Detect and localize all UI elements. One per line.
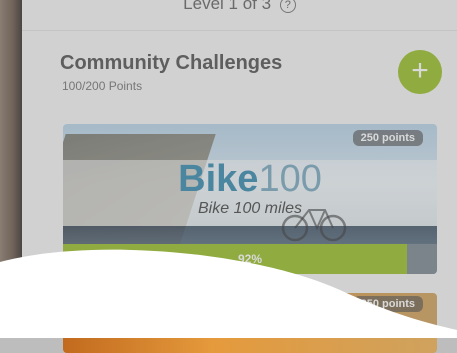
points-badge: 250 points bbox=[352, 296, 423, 312]
level-indicator: Level 1 of 3 ? bbox=[22, 0, 457, 18]
add-challenge-button[interactable]: + bbox=[398, 50, 442, 94]
challenge-progress-label: 92% bbox=[237, 252, 263, 266]
points-badge: 250 points bbox=[352, 130, 423, 146]
challenge-subtitle: Bike 100 miles bbox=[197, 200, 303, 217]
challenge-progress-bar: 92% bbox=[63, 244, 437, 274]
card-background-road bbox=[63, 226, 437, 246]
challenge-title-word: Bike bbox=[178, 158, 259, 200]
challenge-card-2[interactable]: 250 points bbox=[63, 293, 437, 353]
device-bezel bbox=[0, 0, 22, 338]
points-progress-text: 100/200 Points bbox=[62, 79, 143, 93]
plus-icon: + bbox=[411, 54, 429, 87]
section-title: Community Challenges bbox=[60, 52, 283, 74]
level-text: Level 1 of 3 bbox=[183, 0, 272, 13]
challenge-title: Bike100 bbox=[63, 158, 437, 201]
cyclist-icon bbox=[281, 209, 347, 242]
help-icon[interactable]: ? bbox=[279, 0, 296, 13]
challenge-card-bike100[interactable]: 250 points Bike100 Bike 100 miles 92% bbox=[63, 124, 437, 274]
app-screen: Level 1 of 3 ? Community Challenges 100/… bbox=[22, 0, 457, 353]
header-divider bbox=[22, 30, 457, 31]
